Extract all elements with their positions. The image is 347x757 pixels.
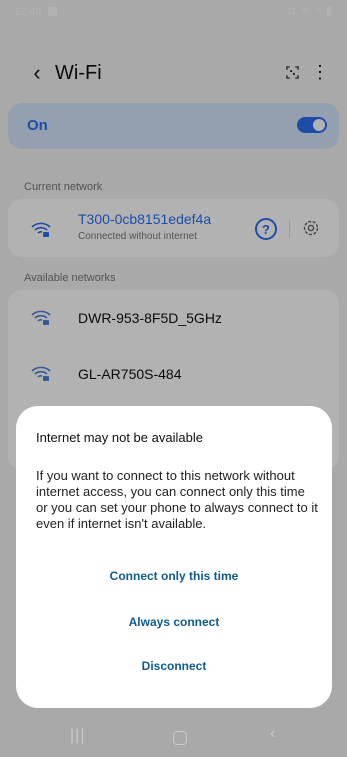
internet-warning-dialog: Internet may not be available If you wan…	[16, 406, 332, 708]
connect-once-button[interactable]: Connect only this time	[16, 569, 332, 583]
recent-apps-icon[interactable]: |||	[70, 727, 85, 745]
always-connect-button[interactable]: Always connect	[16, 615, 332, 629]
back-icon[interactable]: ‹	[270, 725, 275, 743]
dialog-title: Internet may not be available	[36, 430, 203, 445]
home-icon[interactable]	[173, 731, 187, 745]
disconnect-button[interactable]: Disconnect	[16, 659, 332, 673]
navigation-bar: ||| ‹	[0, 715, 347, 757]
dialog-message: If you want to connect to this network w…	[36, 468, 318, 531]
